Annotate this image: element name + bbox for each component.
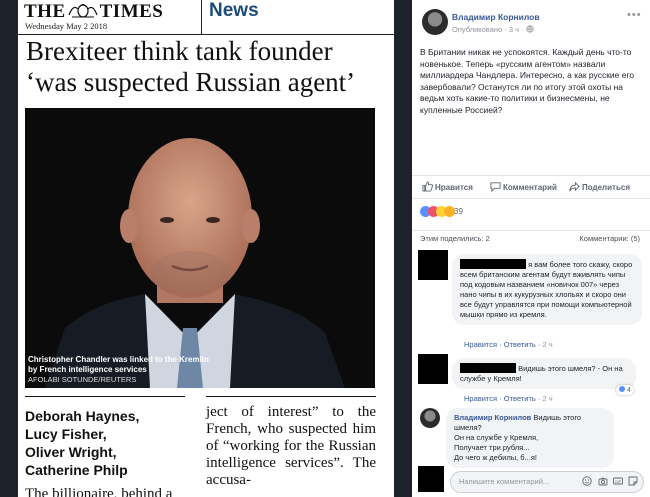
share-label: Поделиться [582,183,631,192]
reactions-count: 39 [454,207,463,216]
thumbs-up-icon [422,181,433,192]
masthead: THE TIMES Wednesday May 2 2018 News [18,0,394,35]
masthead-divider [201,0,202,34]
byline-author: Catherine Philp [25,462,128,478]
facebook-post: Владимир Корнилов Опубликовано · 3 ч · •… [412,0,650,497]
post-meta: Опубликовано · 3 ч · [452,25,534,34]
comment-like-link[interactable]: Нравится [464,340,497,349]
shares-count[interactable]: Этим поделились: 2 [420,234,490,243]
like-button[interactable]: Нравится [422,181,473,192]
headline-line-2: ‘was suspected Russian agent’ [26,67,356,97]
newspaper-name-left: THE [24,1,66,22]
redacted-name [460,259,526,269]
royal-crest-icon [68,4,98,18]
viewer-avatar-redacted [418,466,444,492]
body-rule [206,396,376,397]
issue-date: Wednesday May 2 2018 [25,21,108,31]
commenter-avatar-redacted [418,354,448,384]
author-avatar[interactable] [422,9,448,35]
gif-icon[interactable]: GIF [612,476,623,486]
byline-author: Oliver Wright, [25,444,117,460]
comment-reply-link[interactable]: Ответить [504,340,536,349]
article-body: ject of interest” to the French, who sus… [206,404,376,488]
photo-credit: AFOLABI SOTUNDE/REUTERS [28,375,137,384]
sticker-icon[interactable] [628,476,638,486]
post-author-name[interactable]: Владимир Корнилов [452,12,540,22]
share-comment-counts: Этим поделились: 2 Комментарии: (5) [412,230,650,245]
bylines: Deborah Haynes, Lucy Fisher, Oliver Wrig… [25,407,195,479]
comment-like-link[interactable]: Нравится [464,394,497,403]
post-options-button[interactable]: ••• [627,9,642,21]
byline-author: Lucy Fisher, [25,426,107,442]
headline-line-1: Brexiteer think tank founder [26,36,333,66]
like-label: Нравится [435,183,473,192]
like-reaction-icon [619,386,625,392]
headline: Brexiteer think tank founder ‘was suspec… [26,36,392,98]
comment-bubble: Видишь этого шмеля? - Он на службе у Кре… [452,358,636,389]
comment-input-placeholder: Напишите комментарий... [459,477,550,486]
portrait-illustration [25,108,375,388]
reply-author-avatar[interactable] [420,408,440,428]
post-meta-text: Опубликовано · 3 ч · [452,25,524,34]
comment-time: 2 ч [542,394,553,403]
comment-input[interactable]: Напишите комментарий... GIF [450,471,644,493]
newspaper-name-right: TIMES [99,1,164,22]
article-body-cutoff: The billionaire, behind a [25,486,173,497]
photo-caption: Christopher Chandler was linked to the K… [25,353,221,387]
camera-icon[interactable] [598,476,608,486]
comment-reaction-badge[interactable]: 4 [616,385,634,395]
comment-actions: Нравится · Ответить · 2 ч [464,394,553,403]
comment-bubble: Владимир Корнилов Видишь этого шмеля? Он… [446,408,614,468]
byline-rule [25,396,185,397]
comment-button[interactable]: Комментарий [490,181,557,193]
redacted-name [460,363,516,373]
share-button[interactable]: Поделиться [569,181,630,192]
newspaper-name: THE TIMES [24,1,163,23]
comment-bubble: я вам более того скажу, скоро всем брита… [452,254,642,325]
post-actions-bar: Нравится Комментарий Поделиться [412,175,650,199]
comment-reaction-count: 4 [626,387,631,394]
newspaper-clipping: THE TIMES Wednesday May 2 2018 News Brex… [18,0,394,497]
comment-input-tools: GIF [579,476,638,488]
post-text: В Британии никак не успокоятся. Каждый д… [420,47,635,115]
comment-actions: Нравится · Ответить · 2 ч [464,340,553,349]
comment-time: 2 ч [542,340,553,349]
comments-count[interactable]: Комментарии: (5) [579,234,640,243]
share-arrow-icon [569,181,580,192]
comment-text-rest: Он на службе у Кремля, Получает три рубл… [454,433,539,462]
svg-text:GIF: GIF [615,480,622,484]
comment-author-name[interactable]: Владимир Корнилов [454,413,531,422]
portrait-photo: Christopher Chandler was linked to the K… [25,108,375,388]
comment-label: Комментарий [503,183,557,192]
comment-icon [490,182,501,193]
byline-author: Deborah Haynes, [25,408,140,424]
emoji-icon[interactable] [582,476,592,486]
globe-icon [526,25,534,33]
commenter-avatar-redacted [418,250,448,280]
comment-reply-link[interactable]: Ответить [504,394,536,403]
section-label: News [209,0,259,21]
photo-caption-text: Christopher Chandler was linked to the K… [28,355,209,374]
